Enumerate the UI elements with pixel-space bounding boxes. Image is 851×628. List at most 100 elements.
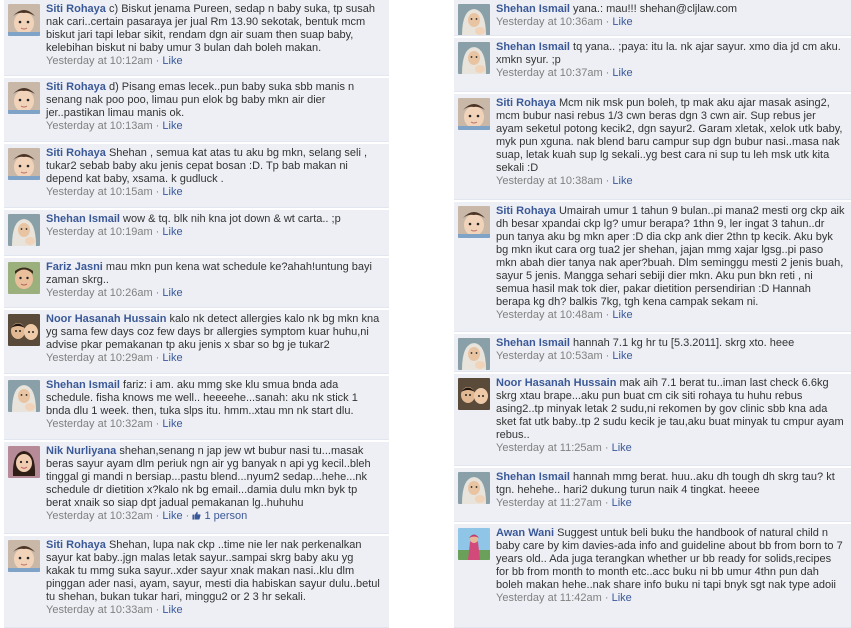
like-link[interactable]: Like [612, 175, 632, 187]
author-name-link[interactable]: Siti Rohaya [496, 97, 556, 109]
comment-item: Noor Hasanah Hussain kalo nk detect alle… [4, 310, 389, 374]
like-link[interactable]: Like [612, 309, 632, 321]
comment-text: wow & tq. blk nih kna jot down & wt cart… [123, 213, 341, 225]
comment-timestamp[interactable]: Yesterday at 11:42am [496, 592, 602, 604]
like-link[interactable]: Like [612, 350, 632, 362]
comment-meta: Yesterday at 11:25am · Like [496, 442, 632, 454]
comment-timestamp[interactable]: Yesterday at 10:26am [46, 287, 153, 299]
avatar[interactable] [458, 206, 490, 238]
avatar[interactable] [458, 4, 490, 35]
like-link[interactable]: Like [612, 592, 632, 604]
like-link[interactable]: Like [162, 287, 182, 299]
comment-body: Nik Nurliyana shehan,senang n jap jew wt… [46, 445, 383, 510]
comment-timestamp[interactable]: Yesterday at 11:25am [496, 442, 602, 454]
like-link[interactable]: Like [162, 186, 182, 198]
author-name-link[interactable]: Fariz Jasni [46, 261, 103, 273]
comment-timestamp[interactable]: Yesterday at 11:27am [496, 497, 602, 509]
comment-text: Umairah umur 1 tahun 9 bulan..pi mana2 m… [496, 205, 845, 308]
like-link[interactable]: Like [162, 510, 182, 522]
avatar[interactable] [8, 214, 40, 246]
comment-item: Noor Hasanah Hussain mak aih 7.1 berat t… [454, 374, 851, 466]
like-link[interactable]: Like [612, 16, 632, 28]
comment-meta: Yesterday at 10:32am · Like · 1 person [46, 510, 248, 522]
avatar[interactable] [8, 540, 40, 572]
like-link[interactable]: Like [162, 226, 182, 238]
comment-item: Shehan Ismail hannah mmg berat. huu..aku… [454, 468, 851, 522]
avatar[interactable] [8, 380, 40, 412]
comment-timestamp[interactable]: Yesterday at 10:19am [46, 226, 153, 238]
comment-meta: Yesterday at 10:26am · Like [46, 287, 183, 299]
avatar[interactable] [8, 148, 40, 180]
avatar[interactable] [8, 446, 40, 478]
like-link[interactable]: Like [162, 604, 182, 616]
avatar[interactable] [8, 82, 40, 114]
author-name-link[interactable]: Shehan Ismail [496, 471, 570, 483]
comment-meta: Yesterday at 11:42am · Like [496, 592, 632, 604]
comment-item: Shehan Ismail tq yana.. ;paya: itu la. n… [454, 38, 851, 92]
comment-item: Shehan Ismail yana.: mau!!! shehan@cljla… [454, 0, 851, 36]
comment-timestamp[interactable]: Yesterday at 10:32am [46, 510, 153, 522]
avatar[interactable] [458, 472, 490, 504]
like-link[interactable]: Like [612, 67, 632, 79]
comment-body: Noor Hasanah Hussain kalo nk detect alle… [46, 313, 383, 352]
author-name-link[interactable]: Shehan Ismail [46, 379, 120, 391]
comment-timestamp[interactable]: Yesterday at 10:37am [496, 67, 603, 79]
comment-timestamp[interactable]: Yesterday at 10:29am [46, 352, 153, 364]
author-name-link[interactable]: Noor Hasanah Hussain [496, 377, 616, 389]
author-name-link[interactable]: Siti Rohaya [46, 81, 106, 93]
avatar[interactable] [8, 262, 40, 294]
author-name-link[interactable]: Nik Nurliyana [46, 445, 116, 457]
like-link[interactable]: Like [162, 55, 182, 67]
like-link[interactable]: Like [612, 442, 632, 454]
author-name-link[interactable]: Siti Rohaya [496, 205, 556, 217]
author-name-link[interactable]: Shehan Ismail [496, 41, 570, 53]
comment-timestamp[interactable]: Yesterday at 10:38am [496, 175, 603, 187]
comment-body: Siti Rohaya c) Biskut jenama Pureen, sed… [46, 3, 383, 55]
comment-meta: Yesterday at 10:15am · Like [46, 186, 183, 198]
comment-item: Siti Rohaya c) Biskut jenama Pureen, sed… [4, 0, 389, 76]
avatar[interactable] [458, 528, 490, 560]
like-count-link[interactable]: 1 person [204, 510, 247, 522]
avatar[interactable] [458, 338, 490, 370]
comment-item: Siti Rohaya d) Pisang emas lecek..pun ba… [4, 78, 389, 142]
avatar[interactable] [458, 98, 490, 130]
comment-timestamp[interactable]: Yesterday at 10:48am [496, 309, 603, 321]
comment-text: hannah 7.1 kg hr tu [5.3.2011]. skrg xto… [573, 337, 795, 349]
comment-timestamp[interactable]: Yesterday at 10:12am [46, 55, 153, 67]
avatar[interactable] [458, 42, 490, 74]
comment-item: Shehan Ismail hannah 7.1 kg hr tu [5.3.2… [454, 334, 851, 372]
comment-timestamp[interactable]: Yesterday at 10:32am [46, 418, 153, 430]
comment-timestamp[interactable]: Yesterday at 10:36am [496, 16, 603, 28]
avatar[interactable] [458, 378, 490, 410]
comment-body: Shehan Ismail wow & tq. blk nih kna jot … [46, 213, 383, 226]
author-name-link[interactable]: Shehan Ismail [46, 213, 120, 225]
comment-timestamp[interactable]: Yesterday at 10:53am [496, 350, 603, 362]
author-name-link[interactable]: Shehan Ismail [496, 3, 570, 15]
avatar[interactable] [8, 4, 40, 36]
avatar[interactable] [8, 314, 40, 346]
comment-item: Siti Rohaya Shehan, lupa nak ckp ..time … [4, 536, 389, 628]
author-name-link[interactable]: Awan Wani [496, 527, 554, 539]
comment-body: Siti Rohaya Mcm nik msk pun boleh, tp ma… [496, 97, 845, 175]
comment-body: Shehan Ismail hannah 7.1 kg hr tu [5.3.2… [496, 337, 845, 350]
like-link[interactable]: Like [162, 418, 182, 430]
comment-timestamp[interactable]: Yesterday at 10:15am [46, 186, 153, 198]
like-link[interactable]: Like [162, 120, 182, 132]
comment-body: Fariz Jasni mau mkn pun kena wat schedul… [46, 261, 383, 287]
author-name-link[interactable]: Shehan Ismail [496, 337, 570, 349]
author-name-link[interactable]: Siti Rohaya [46, 147, 106, 159]
comment-timestamp[interactable]: Yesterday at 10:33am [46, 604, 153, 616]
comment-meta: Yesterday at 10:48am · Like [496, 309, 633, 321]
comment-body: Noor Hasanah Hussain mak aih 7.1 berat t… [496, 377, 845, 442]
comment-body: Awan Wani Suggest untuk beli buku the ha… [496, 527, 845, 592]
comment-body: Siti Rohaya Shehan , semua kat atas tu a… [46, 147, 383, 186]
comment-body: Shehan Ismail yana.: mau!!! shehan@cljla… [496, 3, 845, 16]
comment-timestamp[interactable]: Yesterday at 10:13am [46, 120, 153, 132]
like-link[interactable]: Like [162, 352, 182, 364]
comment-item: Awan Wani Suggest untuk beli buku the ha… [454, 524, 851, 628]
comment-item: Siti Rohaya Shehan , semua kat atas tu a… [4, 144, 389, 208]
author-name-link[interactable]: Siti Rohaya [46, 3, 106, 15]
author-name-link[interactable]: Noor Hasanah Hussain [46, 313, 166, 325]
author-name-link[interactable]: Siti Rohaya [46, 539, 106, 551]
like-link[interactable]: Like [612, 497, 632, 509]
